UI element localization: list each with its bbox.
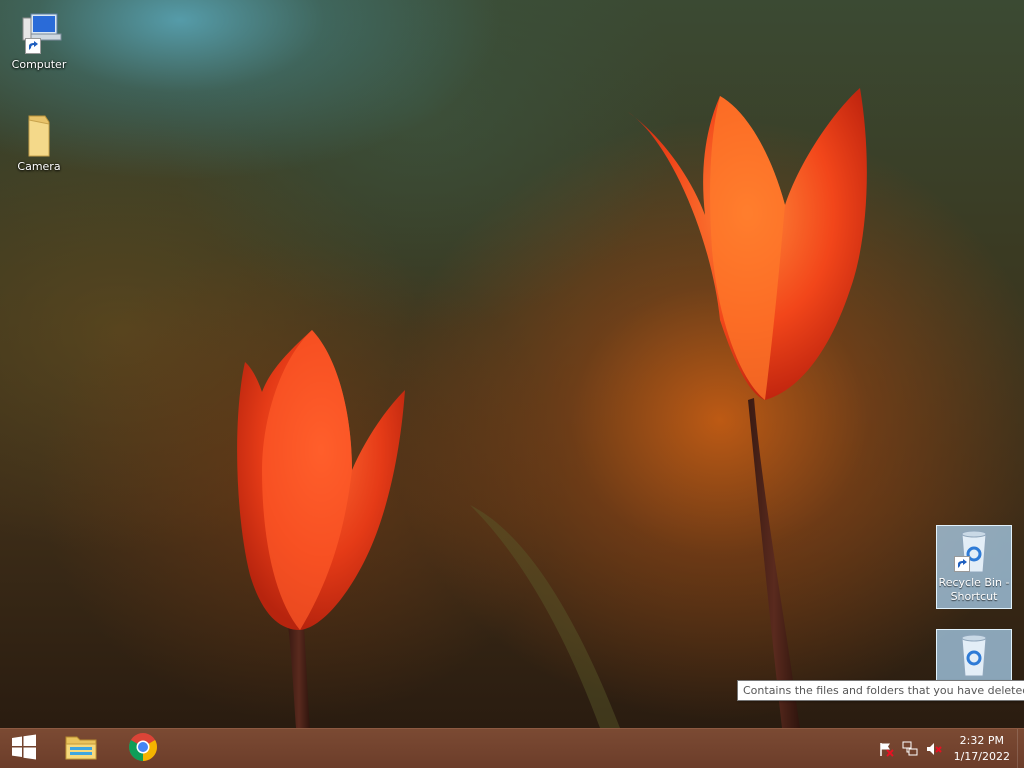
clock-date: 1/17/2022 — [953, 750, 1010, 763]
computer-icon — [15, 8, 63, 56]
taskbar: 2:32 PM 1/17/2022 — [0, 728, 1024, 769]
desktop-icon-recycle-bin-shortcut[interactable]: Recycle Bin - Shortcut — [936, 525, 1012, 609]
start-button[interactable] — [0, 729, 48, 769]
desktop[interactable]: Computer Camera Recycle Bin - Shortcut C… — [0, 0, 1024, 728]
show-desktop-button[interactable] — [1017, 729, 1024, 769]
recycle-bin-icon — [950, 630, 998, 678]
desktop-icon-label-line1: Recycle Bin - — [938, 576, 1010, 589]
system-tray: 2:32 PM 1/17/2022 — [864, 729, 1024, 769]
desktop-icon-label: Camera — [17, 160, 61, 173]
recycle-bin-tooltip: Contains the files and folders that you … — [737, 680, 1024, 701]
clock-time: 2:32 PM — [959, 734, 1004, 747]
folder-icon — [15, 110, 63, 158]
desktop-icon-camera-folder[interactable]: Camera — [2, 110, 76, 174]
taskbar-chrome-button[interactable] — [114, 729, 172, 769]
volume-muted-icon[interactable] — [926, 741, 942, 757]
action-center-flag-icon[interactable] — [878, 741, 894, 757]
wallpaper-tulips-image — [237, 88, 867, 728]
recycle-bin-icon — [950, 526, 998, 574]
desktop-icon-computer[interactable]: Computer — [2, 8, 76, 72]
desktop-icon-label: Computer — [11, 58, 67, 71]
desktop-icon-recycle-bin[interactable] — [936, 629, 1012, 681]
chrome-icon — [128, 732, 158, 766]
network-icon[interactable] — [902, 741, 918, 757]
windows-logo-icon — [11, 734, 37, 764]
taskbar-file-explorer-button[interactable] — [52, 729, 110, 769]
shortcut-arrow-icon — [25, 38, 41, 54]
taskbar-clock[interactable]: 2:32 PM 1/17/2022 — [954, 733, 1010, 765]
desktop-icon-label-line2: Shortcut — [950, 590, 998, 603]
file-explorer-icon — [64, 732, 98, 766]
shortcut-arrow-icon — [954, 556, 970, 572]
